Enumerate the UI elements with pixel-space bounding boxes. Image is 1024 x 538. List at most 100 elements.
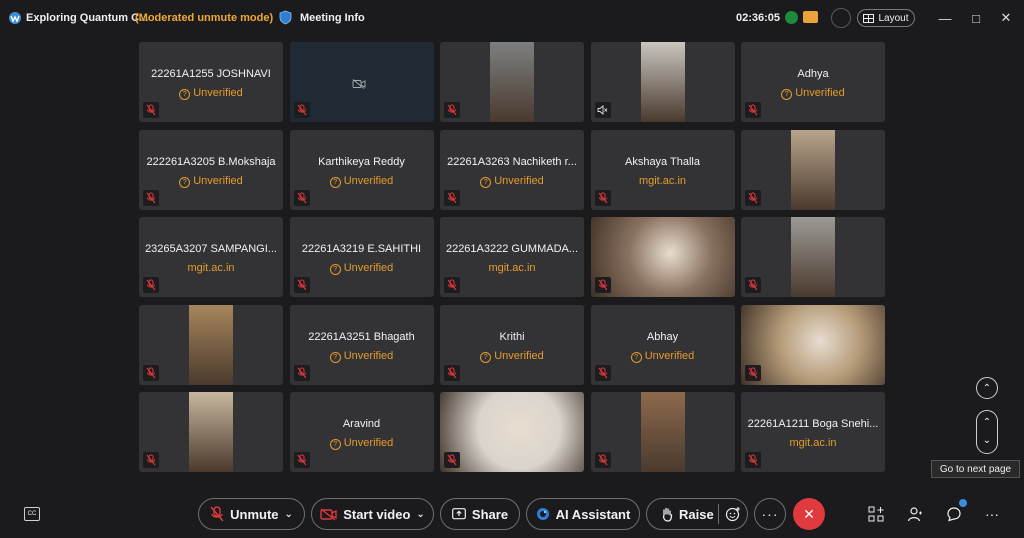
share-screen-icon bbox=[452, 508, 466, 520]
participant-domain: mgit.ac.in bbox=[139, 262, 283, 274]
closed-captions-icon[interactable]: CC bbox=[24, 507, 40, 521]
zoom-icon[interactable] bbox=[831, 8, 851, 28]
mic-muted-icon bbox=[143, 189, 159, 206]
status-text: mgit.ac.in bbox=[488, 262, 536, 274]
participant-video bbox=[791, 217, 835, 297]
shield-icon[interactable] bbox=[279, 10, 292, 25]
participant-video bbox=[189, 392, 233, 472]
participant-tile[interactable]: 23265A3207 SAMPANGI... mgit.ac.in bbox=[139, 217, 283, 297]
participant-tile[interactable]: Karthikeya Reddy ? Unverified bbox=[289, 129, 434, 210]
meeting-title: Exploring Quantum C... bbox=[26, 12, 149, 24]
question-icon: ? bbox=[329, 264, 341, 275]
participant-tile[interactable]: 22261A1211 Boga Snehi... mgit.ac.in bbox=[741, 392, 885, 472]
mic-muted-icon bbox=[745, 102, 761, 118]
participant-tile[interactable]: Krithi ? Unverified bbox=[440, 304, 584, 385]
participant-tile[interactable]: Akshaya Thalla mgit.ac.in bbox=[590, 129, 735, 210]
participant-tile[interactable]: 222261A3205 B.Mokshaja? Unverified bbox=[139, 129, 283, 210]
chevron-up-icon[interactable]: ⌃ bbox=[977, 417, 997, 428]
unverified-status: ? Unverified bbox=[440, 175, 584, 188]
ellipsis-icon: ··· bbox=[761, 506, 779, 522]
unmute-button[interactable]: Unmute ⌄ bbox=[198, 498, 305, 530]
question-icon: ? bbox=[781, 89, 793, 100]
chat-icon[interactable] bbox=[945, 505, 963, 523]
unmute-label: Unmute bbox=[230, 506, 279, 522]
status-text: Unverified bbox=[494, 174, 544, 187]
question-icon: ? bbox=[480, 176, 492, 188]
participant-domain: mgit.ac.in bbox=[440, 262, 584, 274]
participant-tile[interactable] bbox=[440, 42, 584, 122]
more-options-button[interactable]: ··· bbox=[754, 498, 786, 530]
participant-tile[interactable]: Adhya? Unverified bbox=[741, 42, 885, 122]
participant-tile[interactable] bbox=[289, 42, 434, 122]
status-text: Unverified bbox=[343, 437, 394, 449]
maximize-icon[interactable]: □ bbox=[966, 8, 986, 28]
participant-video bbox=[640, 42, 685, 122]
chevron-down-icon[interactable]: ⌄ bbox=[416, 509, 424, 520]
participant-tile[interactable]: 22261A3263 Nachiketh r...? Unverified bbox=[440, 129, 584, 210]
divider bbox=[718, 504, 719, 524]
participant-name: 22261A3222 GUMMADA... bbox=[445, 243, 579, 255]
mic-muted-icon bbox=[143, 364, 159, 381]
status-text: Unverified bbox=[644, 349, 695, 362]
meeting-timer: 02:36:05 bbox=[736, 12, 781, 24]
start-video-button[interactable]: Start video ⌄ bbox=[311, 498, 434, 530]
captions-icon[interactable] bbox=[803, 11, 818, 23]
page-navigator[interactable]: ⌃ ⌄ bbox=[976, 410, 998, 454]
close-icon: ✕ bbox=[803, 505, 815, 522]
mic-muted-icon bbox=[745, 189, 761, 206]
participant-tile[interactable] bbox=[440, 392, 584, 472]
unverified-status: ? Unverified bbox=[290, 350, 434, 363]
mic-muted-icon bbox=[594, 364, 611, 381]
participant-tile[interactable] bbox=[590, 392, 735, 472]
participant-tile[interactable] bbox=[590, 42, 735, 122]
participant-tile[interactable]: 22261A3251 Bhagath? Unverified bbox=[289, 304, 434, 385]
participant-tile[interactable]: 22261A1255 JOSHNAVI? Unverified bbox=[139, 42, 283, 122]
chevron-up-double-icon: ⌃ bbox=[982, 382, 992, 394]
question-icon: ? bbox=[329, 351, 341, 363]
raise-hand-button[interactable]: Raise bbox=[646, 498, 748, 530]
share-button[interactable]: Share bbox=[440, 498, 520, 530]
participant-name: Akshaya Thalla bbox=[624, 155, 700, 168]
participant-tile[interactable] bbox=[139, 392, 283, 472]
participant-tile[interactable] bbox=[590, 217, 735, 297]
meeting-info-button[interactable]: Meeting Info bbox=[300, 12, 365, 24]
participant-tile[interactable] bbox=[741, 129, 885, 210]
mic-muted-icon bbox=[210, 506, 224, 522]
chevron-down-icon[interactable]: ⌄ bbox=[285, 509, 293, 520]
participant-name: 22261A1255 JOSHNAVI bbox=[151, 68, 271, 80]
next-page-tooltip: Go to next page bbox=[931, 460, 1020, 478]
minimize-icon[interactable]: — bbox=[935, 8, 955, 28]
layout-button[interactable]: Layout bbox=[857, 9, 915, 27]
participant-video bbox=[189, 304, 233, 385]
ai-assistant-button[interactable]: AI Assistant bbox=[526, 498, 640, 530]
participant-tile[interactable] bbox=[741, 217, 885, 297]
close-window-icon[interactable]: ✕ bbox=[996, 8, 1016, 28]
participant-tile[interactable]: 22261A3222 GUMMADA... mgit.ac.in bbox=[440, 217, 584, 297]
network-stats-icon[interactable] bbox=[785, 11, 798, 24]
question-icon: ? bbox=[329, 439, 341, 450]
reactions-icon[interactable] bbox=[725, 506, 741, 522]
participant-name: Krithi bbox=[499, 330, 525, 343]
participants-icon[interactable] bbox=[906, 505, 924, 523]
unverified-status: ? Unverified bbox=[440, 350, 584, 363]
unverified-status: ? Unverified bbox=[290, 175, 434, 188]
participant-tile[interactable] bbox=[139, 304, 283, 385]
unverified-status: ? Unverified bbox=[139, 175, 283, 188]
participant-tile[interactable]: 22261A3219 E.SAHITHI? Unverified bbox=[289, 217, 434, 297]
scroll-top-button[interactable]: ⌃ bbox=[976, 377, 998, 399]
participant-name: Karthikeya Reddy bbox=[318, 155, 405, 168]
participant-tile[interactable]: Aravind? Unverified bbox=[289, 392, 434, 472]
leave-meeting-button[interactable]: ✕ bbox=[793, 498, 825, 530]
chevron-down-icon[interactable]: ⌄ bbox=[977, 435, 997, 446]
mic-muted-icon bbox=[745, 452, 761, 468]
layout-grid-icon bbox=[863, 13, 875, 23]
participant-tile[interactable]: Abhay? Unverified bbox=[590, 304, 735, 385]
mic-muted-icon bbox=[293, 189, 310, 206]
question-icon: ? bbox=[329, 176, 341, 188]
participant-tile[interactable] bbox=[741, 304, 885, 385]
apps-icon[interactable] bbox=[867, 505, 885, 523]
mic-muted-icon bbox=[444, 364, 460, 381]
status-text: mgit.ac.in bbox=[638, 174, 687, 187]
more-menu-icon[interactable]: ··· bbox=[983, 505, 1001, 523]
status-text: Unverified bbox=[343, 349, 394, 362]
